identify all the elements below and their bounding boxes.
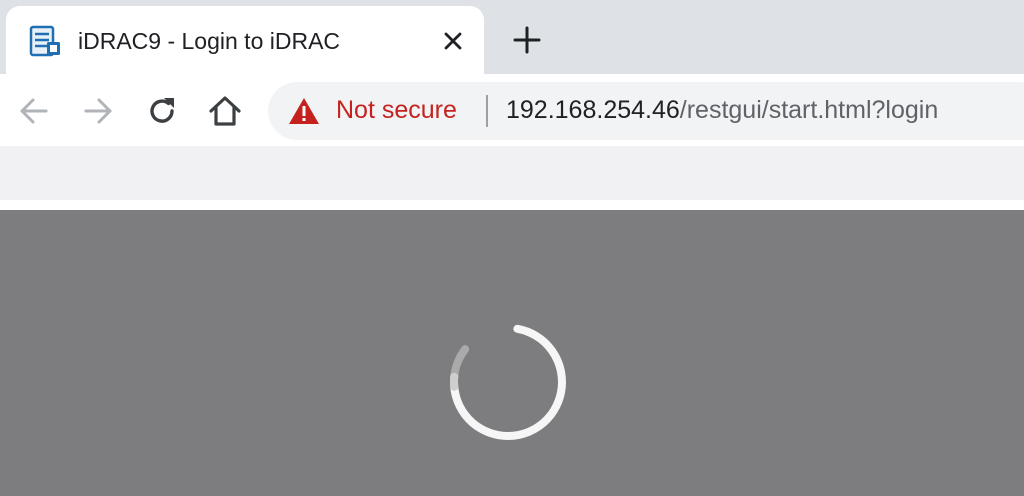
page-content <box>0 210 1024 496</box>
close-icon[interactable] <box>440 28 466 54</box>
loading-spinner-icon <box>450 323 566 440</box>
address-bar[interactable]: Not secure 192.168.254.46/restgui/start.… <box>268 82 1024 140</box>
arrow-right-icon[interactable] <box>79 92 117 130</box>
reload-icon[interactable] <box>143 92 181 130</box>
plus-icon[interactable] <box>512 25 542 55</box>
url-host: 192.168.254.46 <box>506 96 680 124</box>
tab-strip: iDRAC9 - Login to iDRAC <box>0 0 1024 74</box>
warning-triangle-icon[interactable] <box>288 96 320 126</box>
url-path: /restgui/start.html?login <box>679 96 939 124</box>
tab-idrac-login[interactable]: iDRAC9 - Login to iDRAC <box>6 6 484 74</box>
browser-toolbar: Not secure 192.168.254.46/restgui/start.… <box>0 74 1024 146</box>
browser-window: iDRAC9 - Login to iDRAC Not secure 192.1… <box>0 0 1024 496</box>
bookmarks-bar <box>0 146 1024 200</box>
arrow-left-icon[interactable] <box>15 92 53 130</box>
server-icon <box>29 25 60 57</box>
not-secure-label[interactable]: Not secure <box>336 96 457 125</box>
url-text[interactable]: 192.168.254.46/restgui/start.html?login <box>506 96 938 125</box>
omnibox-divider <box>486 95 488 127</box>
tab-title: iDRAC9 - Login to iDRAC <box>78 28 341 54</box>
home-icon[interactable] <box>206 92 244 130</box>
toolbar-divider <box>0 200 1024 210</box>
